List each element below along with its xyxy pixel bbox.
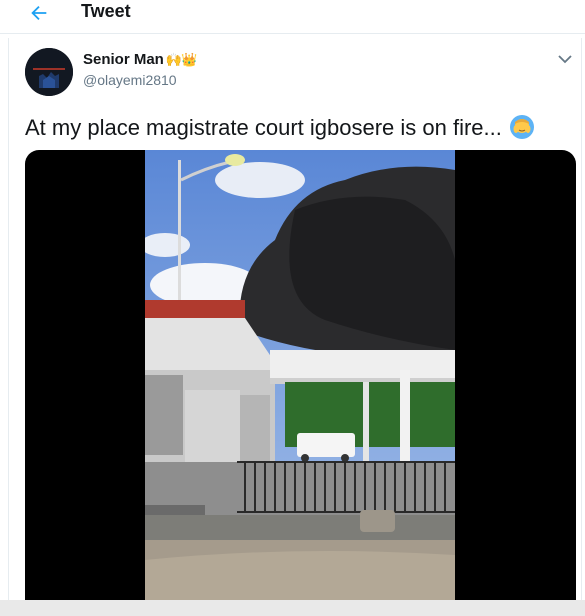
- tweet-text: At my place magistrate court igbosere is…: [25, 114, 535, 141]
- tweet-menu-button[interactable]: [557, 52, 575, 66]
- display-name[interactable]: Senior Man 🙌👑: [83, 51, 197, 68]
- back-button[interactable]: [28, 2, 52, 26]
- chevron-down-icon: [558, 55, 572, 64]
- page-title: Tweet: [81, 1, 131, 21]
- avatar[interactable]: [25, 48, 73, 96]
- display-name-text: Senior Man: [83, 51, 164, 68]
- arrow-left-icon: [31, 5, 47, 21]
- video-frame-image: [145, 150, 455, 616]
- name-emojis: 🙌👑: [165, 52, 197, 67]
- tweet-text-content: At my place magistrate court igbosere is…: [25, 115, 502, 140]
- bottom-strip: [0, 600, 585, 616]
- avatar-image: [25, 48, 73, 96]
- tweet-video[interactable]: [25, 150, 576, 616]
- tweet-card: Senior Man 🙌👑 @olayemi2810 At my place ma…: [8, 38, 582, 616]
- person-facepalming-icon: [510, 115, 534, 139]
- header-bar: Tweet: [0, 0, 585, 34]
- user-handle[interactable]: @olayemi2810: [83, 72, 177, 88]
